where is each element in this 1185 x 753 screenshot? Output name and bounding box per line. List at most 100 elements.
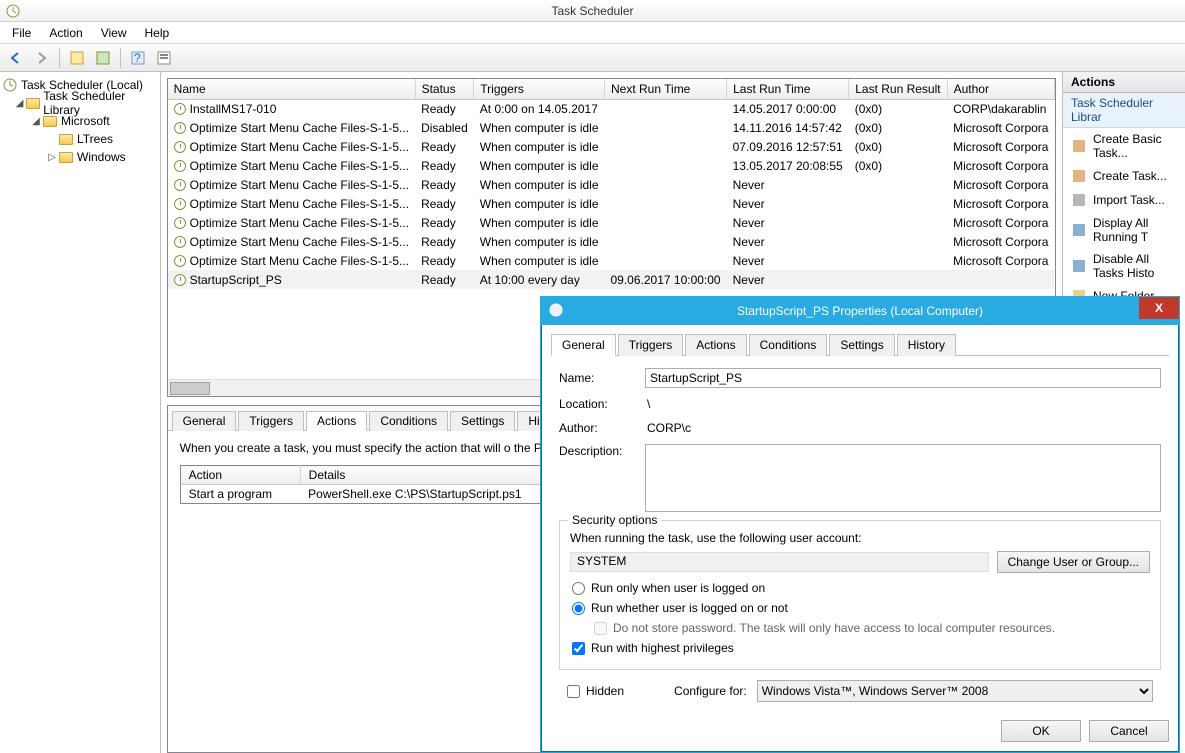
user-account: SYSTEM <box>570 552 989 572</box>
back-button[interactable] <box>4 47 28 69</box>
radio-label: Run whether user is logged on or not <box>591 601 788 615</box>
checkbox-input[interactable] <box>567 685 580 698</box>
dlg-tab-conditions[interactable]: Conditions <box>749 334 828 356</box>
collapse-icon[interactable]: ◢ <box>30 116 42 127</box>
tab-actions[interactable]: Actions <box>306 411 367 431</box>
tab-conditions[interactable]: Conditions <box>369 411 448 431</box>
window-title: Task Scheduler <box>551 4 633 18</box>
clock-icon <box>2 77 18 93</box>
forward-button[interactable] <box>30 47 54 69</box>
change-user-button[interactable]: Change User or Group... <box>997 551 1150 573</box>
action-label: Disable All Tasks Histo <box>1093 252 1177 280</box>
menu-file[interactable]: File <box>4 24 39 42</box>
col-action[interactable]: Action <box>180 466 300 485</box>
refresh-button[interactable]: ? <box>126 47 150 69</box>
location-value: \ <box>645 396 1161 412</box>
actions-subtitle: Task Scheduler Librar <box>1063 93 1185 128</box>
description-field[interactable] <box>645 444 1161 512</box>
col-author[interactable]: Author <box>947 79 1054 99</box>
col-last[interactable]: Last Run Time <box>727 79 849 99</box>
action-item[interactable]: Create Task... <box>1063 164 1185 188</box>
tool-btn-2[interactable] <box>91 47 115 69</box>
task-row[interactable]: StartupScript_PSReadyAt 10:00 every day0… <box>168 270 1055 289</box>
dlg-tab-general[interactable]: General <box>551 334 616 356</box>
menu-view[interactable]: View <box>93 24 135 42</box>
action-icon <box>1071 258 1087 274</box>
task-row[interactable]: Optimize Start Menu Cache Files-S-1-5...… <box>168 194 1055 213</box>
properties-button[interactable] <box>152 47 176 69</box>
action-item[interactable]: Display All Running T <box>1063 212 1185 248</box>
checkbox-input[interactable] <box>572 642 585 655</box>
col-triggers[interactable]: Triggers <box>474 79 605 99</box>
check-hidden[interactable]: Hidden <box>567 684 624 698</box>
separator <box>120 48 121 68</box>
task-row[interactable]: InstallMS17-010ReadyAt 0:00 on 14.05.201… <box>168 99 1055 118</box>
clock-icon <box>174 236 186 248</box>
dlg-tab-settings[interactable]: Settings <box>829 334 894 356</box>
menubar: File Action View Help <box>0 22 1185 44</box>
dialog-titlebar[interactable]: StartupScript_PS Properties (Local Compu… <box>541 297 1179 325</box>
folder-icon <box>42 113 58 129</box>
clock-icon <box>174 217 186 229</box>
tree-windows[interactable]: ▷ Windows <box>2 148 158 166</box>
check-no-password[interactable]: Do not store password. The task will onl… <box>594 621 1150 635</box>
dialog-title: StartupScript_PS Properties (Local Compu… <box>737 304 983 318</box>
tool-btn-1[interactable] <box>65 47 89 69</box>
dlg-tab-triggers[interactable]: Triggers <box>618 334 684 356</box>
task-row[interactable]: Optimize Start Menu Cache Files-S-1-5...… <box>168 213 1055 232</box>
collapse-icon[interactable]: ◢ <box>14 98 25 109</box>
task-row[interactable]: Optimize Start Menu Cache Files-S-1-5...… <box>168 137 1055 156</box>
tree-ltrees[interactable]: LTrees <box>2 130 158 148</box>
checkbox-input <box>594 622 607 635</box>
label-description: Description: <box>559 444 645 458</box>
separator <box>59 48 60 68</box>
dlg-tab-actions[interactable]: Actions <box>685 334 746 356</box>
task-row[interactable]: Optimize Start Menu Cache Files-S-1-5...… <box>168 118 1055 137</box>
clock-icon <box>174 141 186 153</box>
action-icon <box>1071 138 1087 154</box>
app-icon <box>6 4 20 18</box>
tab-settings[interactable]: Settings <box>450 411 515 431</box>
task-list-header: Name Status Triggers Next Run Time Last … <box>168 79 1055 99</box>
action-item[interactable]: Disable All Tasks Histo <box>1063 248 1185 284</box>
cancel-button[interactable]: Cancel <box>1089 720 1169 742</box>
radio-logged-or-not[interactable]: Run whether user is logged on or not <box>572 601 1150 615</box>
name-field[interactable] <box>645 368 1161 388</box>
task-row[interactable]: Optimize Start Menu Cache Files-S-1-5...… <box>168 251 1055 270</box>
clock-icon <box>549 303 563 317</box>
security-when: When running the task, use the following… <box>570 531 1150 545</box>
task-row[interactable]: Optimize Start Menu Cache Files-S-1-5...… <box>168 175 1055 194</box>
task-row[interactable]: Optimize Start Menu Cache Files-S-1-5...… <box>168 156 1055 175</box>
ok-button[interactable]: OK <box>1001 720 1081 742</box>
tree-label: LTrees <box>77 132 113 146</box>
label-author: Author: <box>559 421 645 435</box>
radio-input[interactable] <box>572 582 585 595</box>
col-name[interactable]: Name <box>168 79 415 99</box>
tree-library[interactable]: ◢ Task Scheduler Library <box>2 94 158 112</box>
col-status[interactable]: Status <box>415 79 474 99</box>
radio-logged-on[interactable]: Run only when user is logged on <box>572 581 1150 595</box>
toolbar: ? <box>0 44 1185 72</box>
radio-label: Run only when user is logged on <box>591 581 765 595</box>
task-row[interactable]: Optimize Start Menu Cache Files-S-1-5...… <box>168 232 1055 251</box>
author-value: CORP\c <box>645 420 1161 436</box>
dlg-tab-history[interactable]: History <box>897 334 956 356</box>
col-result[interactable]: Last Run Result <box>849 79 947 99</box>
action-item[interactable]: Create Basic Task... <box>1063 128 1185 164</box>
expand-icon[interactable]: ▷ <box>46 152 58 163</box>
folder-icon <box>58 149 74 165</box>
menu-help[interactable]: Help <box>137 24 178 42</box>
tab-general[interactable]: General <box>172 411 237 431</box>
svg-text:?: ? <box>134 51 141 65</box>
menu-action[interactable]: Action <box>41 24 90 42</box>
check-highest-priv[interactable]: Run with highest privileges <box>572 641 1150 655</box>
configure-for-select[interactable]: Windows Vista™, Windows Server™ 2008 <box>757 680 1153 702</box>
check-label: Run with highest privileges <box>591 641 734 655</box>
radio-input[interactable] <box>572 602 585 615</box>
window-titlebar: Task Scheduler <box>0 0 1185 22</box>
action-item[interactable]: Import Task... <box>1063 188 1185 212</box>
col-next[interactable]: Next Run Time <box>605 79 727 99</box>
folder-icon <box>25 95 40 111</box>
close-button[interactable]: X <box>1139 297 1179 319</box>
tab-triggers[interactable]: Triggers <box>238 411 304 431</box>
